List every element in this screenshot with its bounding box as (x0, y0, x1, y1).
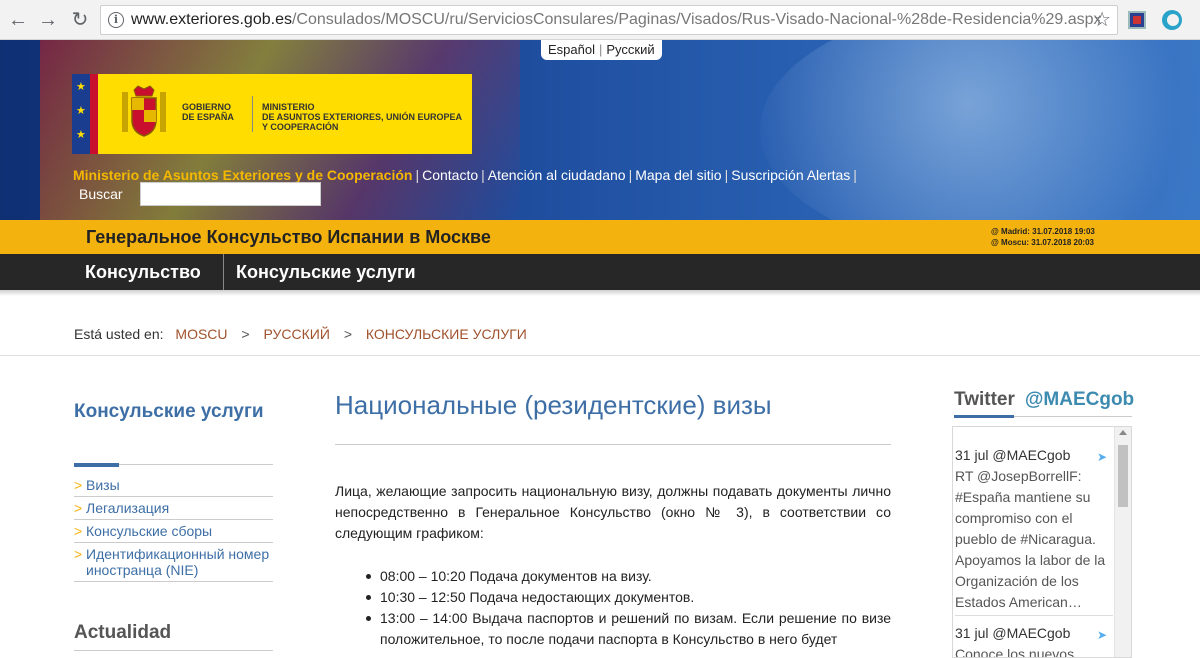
tweet-date: 31 jul (955, 625, 989, 641)
lang-russian-link[interactable]: Русский (604, 42, 656, 57)
url-text[interactable]: www.exteriores.gob.es/Consulados/MOSCU/r… (131, 11, 1102, 29)
news-heading: Actualidad (74, 622, 172, 643)
sidebar-item-label: Визы (86, 477, 120, 493)
sidebar-title: Консульские услуги (74, 401, 264, 422)
url-path: /Consulados/MOSCU/ru/ServiciosConsulares… (291, 11, 1102, 28)
time-info: @ Madrid: 31.07.2018 19:03 @ Moscu: 31.0… (991, 226, 1095, 248)
list-item: 10:30 – 12:50 Подача недостающих докумен… (366, 587, 891, 608)
sidebar-item-label: Идентификационный номер иностранца (NIE) (86, 546, 270, 578)
moscow-time: @ Moscu: 31.07.2018 20:03 (991, 238, 1094, 247)
globe-background (760, 40, 1200, 220)
consulate-header: Генеральное Консульство Испании в Москве… (0, 220, 1200, 254)
sidebar-list: > Визы > Легализация > Консульские сборы > И… (74, 474, 273, 582)
twitter-heading: Twitter @MAECgob (954, 389, 1134, 411)
scroll-thumb[interactable] (1118, 445, 1128, 507)
tweet-meta: 31 jul @MAECgob (955, 623, 1113, 644)
twitter-title: Twitter (954, 389, 1015, 410)
menu-divider (223, 254, 224, 290)
intro-paragraph: Лица, желающие запросить национальную ви… (335, 483, 891, 541)
main-menu: Консульство Консульские услуги (0, 254, 1200, 290)
tweet-text: Conoce los nuevos (955, 646, 1075, 658)
chevron-right-icon: > (74, 523, 83, 539)
bookmark-star-icon[interactable]: ☆ (1093, 7, 1111, 32)
alerts-link[interactable]: Suscripción Alertas (731, 167, 850, 183)
twitter-scrollbar[interactable] (1114, 427, 1131, 657)
flag-red-strip (90, 74, 98, 154)
sidebar-item-visas[interactable]: > Визы (74, 474, 273, 497)
breadcrumb: Está usted en: MOSCU > РУССКИЙ > КОНСУЛЬ… (74, 326, 527, 342)
tweet-user[interactable]: @MAECgob (992, 447, 1070, 463)
news-heading-rule (74, 650, 273, 651)
sidebar-item-label: Консульские сборы (86, 523, 213, 539)
page-title: Национальные (резидентские) визы (335, 390, 772, 420)
search-input[interactable] (140, 182, 321, 206)
schedule-list: 08:00 – 10:20 Подача документов на визу.… (366, 566, 891, 650)
chevron-right-icon: > (74, 477, 83, 493)
search-label: Buscar (79, 186, 123, 202)
sidebar-item-fees[interactable]: > Консульские сборы (74, 520, 273, 543)
sidebar-title-accent (74, 463, 119, 467)
twitter-bird-icon: ➤ (1096, 628, 1107, 642)
address-bar[interactable]: i www.exteriores.gob.es/Consulados/MOSCU… (100, 5, 1118, 35)
tweet-divider (955, 615, 1113, 616)
chevron-right-icon: > (74, 546, 83, 562)
eu-flag-strip: ★ ★ ★ (72, 74, 90, 154)
consulate-title[interactable]: Генеральное Консульство Испании в Москве (86, 227, 491, 248)
back-arrow-icon[interactable]: ← (6, 8, 30, 32)
tweet[interactable]: 31 jul @MAECgob ➤ Conoce los nuevos (955, 623, 1113, 658)
coat-of-arms-icon (122, 85, 166, 137)
tweet-meta: 31 jul @MAECgob (955, 445, 1113, 466)
list-item: 08:00 – 10:20 Подача документов на визу. (366, 566, 891, 587)
breadcrumb-russian[interactable]: РУССКИЙ (264, 326, 330, 342)
gobierno-text: GOBIERNO DE ESPAÑA (182, 102, 234, 122)
logo-divider (252, 96, 253, 132)
tweet-date: 31 jul (955, 447, 989, 463)
twitter-feed[interactable]: 31 jul @MAECgob ➤ RT @JosepBorrellF: #Es… (952, 426, 1132, 658)
chevron-right-icon: > (74, 500, 83, 516)
twitter-rule-accent (954, 415, 1014, 418)
contact-link[interactable]: Contacto (422, 167, 478, 183)
menu-shadow (0, 290, 1200, 296)
ministry-link[interactable]: Ministerio de Asuntos Exteriores y de Co… (73, 167, 412, 183)
sidebar-item-label: Легализация (86, 500, 170, 516)
list-item: 13:00 – 14:00 Выдача паспортов и решений… (366, 608, 891, 650)
tweet-user[interactable]: @MAECgob (992, 625, 1070, 641)
sitemap-link[interactable]: Mapa del sitio (635, 167, 721, 183)
top-links: Ministerio de Asuntos Exteriores y de Co… (73, 167, 857, 183)
twitter-bird-icon: ➤ (1096, 450, 1107, 464)
info-icon[interactable]: i (108, 12, 124, 28)
breadcrumb-consular-services[interactable]: КОНСУЛЬСКИЕ УСЛУГИ (366, 326, 527, 342)
lang-spanish-link[interactable]: Español (546, 42, 597, 57)
tweet[interactable]: 31 jul @MAECgob ➤ RT @JosepBorrellF: #Es… (955, 445, 1113, 613)
government-logo[interactable]: ★ ★ ★ GOBIERNO DE ESPAÑA MINISTERIO DE ASU… (72, 74, 472, 154)
menu-consulate[interactable]: Консульство (85, 254, 201, 290)
extension-icon[interactable] (1128, 11, 1146, 29)
menu-consular-services[interactable]: Консульские услуги (236, 254, 416, 290)
sidebar-item-nie[interactable]: > Идентификационный номер иностранца (NIE… (74, 543, 273, 582)
url-host: www.exteriores.gob.es (131, 11, 292, 28)
reload-icon[interactable]: ↻ (68, 8, 92, 32)
title-rule (335, 444, 891, 445)
browser-toolbar: ← → ↻ i www.exteriores.gob.es/Consulados… (0, 0, 1200, 40)
tweet-text: RT @JosepBorrellF: #España mantiene su c… (955, 468, 1106, 610)
twitter-handle-link[interactable]: @MAECgob (1015, 389, 1134, 410)
ministry-text: MINISTERIO DE ASUNTOS EXTERIORES, UNIÓN … (262, 102, 463, 132)
breadcrumb-prefix: Está usted en: (74, 326, 164, 342)
extension-crescent-icon[interactable] (1162, 10, 1182, 30)
language-switcher: Español | Русский (541, 40, 662, 60)
breadcrumb-divider (0, 355, 1200, 356)
forward-arrow-icon[interactable]: → (36, 8, 60, 32)
site-banner: Español | Русский ★ ★ ★ GOBIERNO DE ESPAÑA M… (0, 40, 1200, 220)
sidebar-item-legalization[interactable]: > Легализация (74, 497, 273, 520)
citizen-link[interactable]: Atención al ciudadano (488, 167, 626, 183)
scroll-up-arrow-icon[interactable] (1119, 430, 1127, 435)
breadcrumb-moscu[interactable]: MOSCU (175, 326, 227, 342)
madrid-time: @ Madrid: 31.07.2018 19:03 (991, 227, 1095, 236)
